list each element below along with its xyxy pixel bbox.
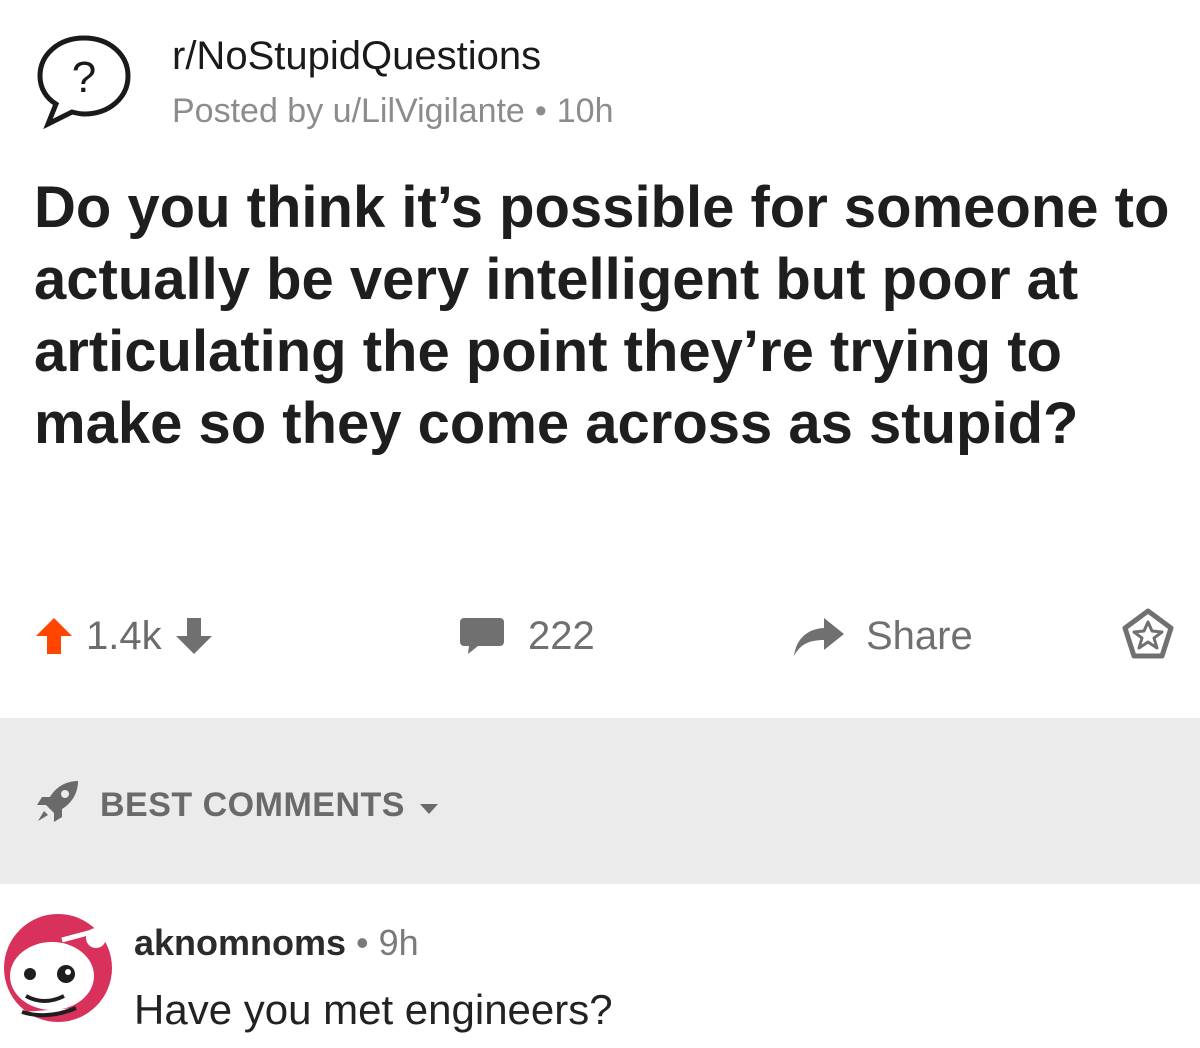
separator-dot: • <box>356 922 369 963</box>
comment-count: 222 <box>528 613 595 658</box>
comment-time: 9h <box>378 922 419 963</box>
award-icon <box>1120 608 1176 664</box>
post-header: ? r/NoStupidQuestions Posted by u/LilVig… <box>34 30 1164 130</box>
post-action-bar: 1.4k 222 Share <box>34 598 1184 678</box>
award-button[interactable] <box>1120 598 1176 674</box>
subreddit-name[interactable]: r/NoStupidQuestions <box>172 34 541 79</box>
vote-count: 1.4k <box>86 613 162 658</box>
svg-text:?: ? <box>72 53 96 102</box>
comments-button[interactable]: 222 <box>458 598 595 674</box>
post-meta: Posted by u/LilVigilante • 10h <box>172 92 613 131</box>
comment-author-line: aknomnoms • 9h <box>134 922 419 964</box>
vote-control: 1.4k <box>34 598 214 674</box>
sort-dropdown[interactable]: BEST COMMENTS <box>34 780 439 830</box>
post-title[interactable]: Do you think it’s possible for someone t… <box>34 172 1174 460</box>
comment-sort-bar: BEST COMMENTS <box>0 718 1200 884</box>
comment-author[interactable]: aknomnoms <box>134 922 346 963</box>
question-bubble-icon[interactable]: ? <box>34 32 134 132</box>
separator-dot: • <box>534 92 547 130</box>
post-time: 10h <box>556 92 614 130</box>
caret-down-icon <box>419 786 439 825</box>
share-arrow-icon <box>790 614 846 658</box>
posted-by[interactable]: Posted by u/LilVigilante <box>172 92 525 130</box>
comment-bubble-icon <box>458 614 506 658</box>
sort-label: BEST COMMENTS <box>100 785 405 824</box>
upvote-arrow-icon[interactable] <box>34 614 74 658</box>
downvote-arrow-icon[interactable] <box>174 614 214 658</box>
rocket-icon <box>34 777 82 834</box>
share-label: Share <box>866 613 973 658</box>
share-button[interactable]: Share <box>790 598 973 674</box>
comment: aknomnoms • 9h Have you met engineers? <box>0 884 1200 1048</box>
snoo-avatar-icon[interactable] <box>0 908 118 1026</box>
comment-body: Have you met engineers? <box>134 986 613 1033</box>
